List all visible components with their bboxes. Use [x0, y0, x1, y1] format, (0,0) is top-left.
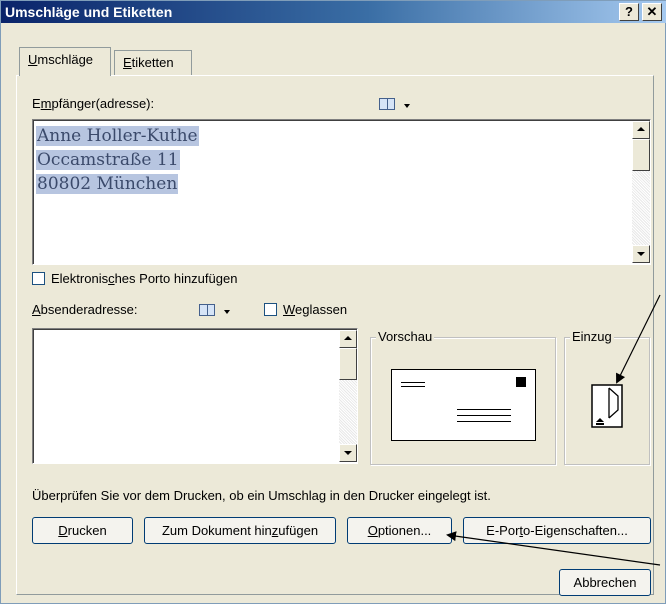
- arrow-to-feed: [616, 294, 661, 384]
- arrow-to-options: [446, 531, 661, 566]
- annotation-arrows: [446, 294, 661, 566]
- tab-envelopes[interactable]: Umschläge: [19, 47, 111, 76]
